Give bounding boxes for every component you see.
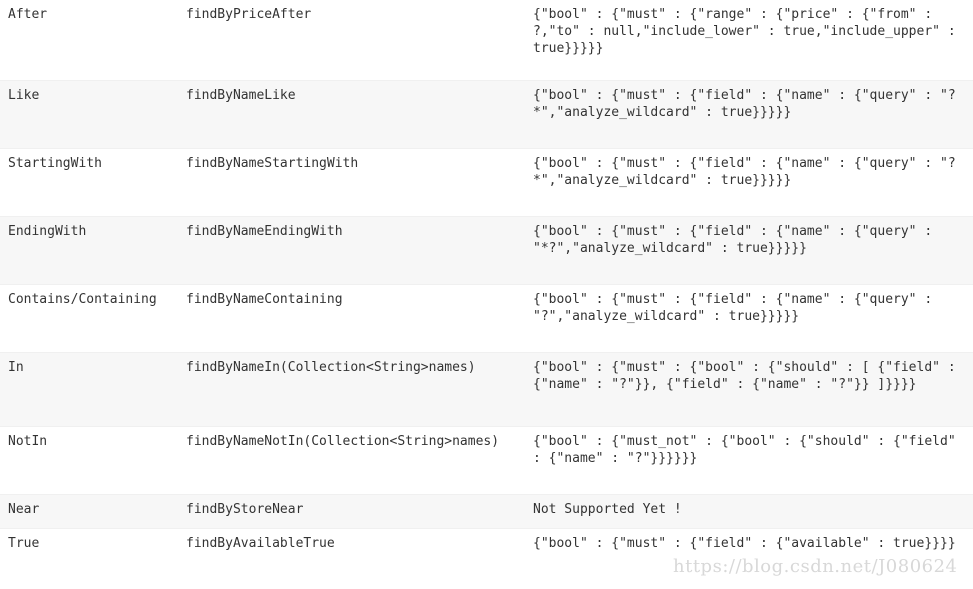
table-row: NotIn findByNameNotIn(Collection<String>… bbox=[0, 427, 973, 495]
row-sample: findByNameIn(Collection<String>names) bbox=[186, 360, 476, 375]
row-query: {"bool" : {"must" : {"field" : {"name" :… bbox=[533, 224, 940, 256]
row-query: {"bool" : {"must" : {"field" : {"name" :… bbox=[533, 156, 956, 188]
row-sample: findByStoreNear bbox=[186, 502, 304, 517]
table-row: In findByNameIn(Collection<String>names)… bbox=[0, 353, 973, 427]
row-keyword: Contains/Containing bbox=[8, 292, 157, 307]
table-row: StartingWith findByNameStartingWith {"bo… bbox=[0, 149, 973, 217]
table-row: True findByAvailableTrue {"bool" : {"mus… bbox=[0, 529, 973, 589]
row-keyword: StartingWith bbox=[8, 156, 102, 171]
row-query: {"bool" : {"must" : {"range" : {"price" … bbox=[533, 7, 964, 56]
row-keyword: In bbox=[8, 360, 24, 375]
row-sample: findByPriceAfter bbox=[186, 7, 312, 22]
table-row: Near findByStoreNear Not Supported Yet ! bbox=[0, 495, 973, 529]
row-keyword: Like bbox=[8, 88, 40, 103]
row-query: {"bool" : {"must" : {"field" : {"availab… bbox=[533, 536, 956, 551]
table-row: EndingWith findByNameEndingWith {"bool" … bbox=[0, 217, 973, 285]
row-keyword: Near bbox=[8, 502, 40, 517]
row-sample: findByNameNotIn(Collection<String>names) bbox=[186, 434, 500, 449]
row-keyword: NotIn bbox=[8, 434, 48, 449]
row-query: Not Supported Yet ! bbox=[533, 502, 682, 517]
row-keyword: EndingWith bbox=[8, 224, 87, 239]
row-query: {"bool" : {"must_not" : {"bool" : {"shou… bbox=[533, 434, 964, 466]
row-keyword: True bbox=[8, 536, 40, 551]
keyword-query-table: After findByPriceAfter {"bool" : {"must"… bbox=[0, 0, 973, 589]
row-query: {"bool" : {"must" : {"field" : {"name" :… bbox=[533, 88, 956, 120]
row-query: {"bool" : {"must" : {"field" : {"name" :… bbox=[533, 292, 940, 324]
row-sample: findByNameLike bbox=[186, 88, 296, 103]
table-row: Like findByNameLike {"bool" : {"must" : … bbox=[0, 81, 973, 149]
row-keyword: After bbox=[8, 7, 48, 22]
row-sample: findByNameEndingWith bbox=[186, 224, 343, 239]
row-sample: findByNameStartingWith bbox=[186, 156, 359, 171]
table-row: After findByPriceAfter {"bool" : {"must"… bbox=[0, 0, 973, 81]
table-row: Contains/Containing findByNameContaining… bbox=[0, 285, 973, 353]
row-query: {"bool" : {"must" : {"bool" : {"should" … bbox=[533, 360, 964, 392]
row-sample: findByAvailableTrue bbox=[186, 536, 335, 551]
row-sample: findByNameContaining bbox=[186, 292, 343, 307]
